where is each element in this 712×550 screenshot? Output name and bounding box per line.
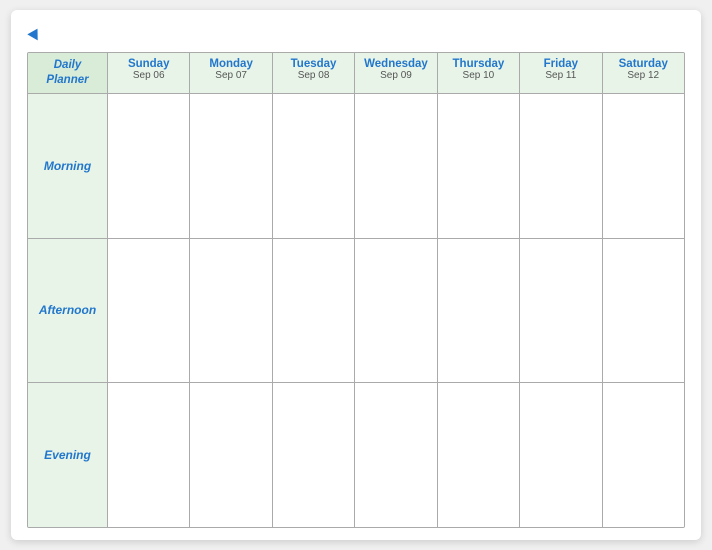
time-label-morning: Morning [28, 94, 108, 238]
col-header-monday: MondaySep 07 [190, 53, 272, 93]
day-cell[interactable] [438, 239, 520, 383]
day-cell[interactable] [108, 239, 190, 383]
col-header-daily-planner-label: DailyPlanner [46, 58, 88, 88]
col-header-day-date: Sep 08 [275, 70, 352, 81]
day-cell[interactable] [273, 383, 355, 527]
logo-area [27, 24, 41, 42]
day-cell[interactable] [190, 383, 272, 527]
day-cell[interactable] [603, 239, 684, 383]
col-header-day-date: Sep 12 [605, 70, 682, 81]
day-cell[interactable] [355, 383, 437, 527]
time-label-evening: Evening [28, 383, 108, 527]
time-row-evening: Evening [28, 383, 684, 527]
day-cell[interactable] [355, 94, 437, 238]
col-header-day-date: Sep 07 [192, 70, 269, 81]
col-header-day-date: Sep 09 [357, 70, 434, 81]
day-cell[interactable] [273, 94, 355, 238]
day-cell[interactable] [603, 383, 684, 527]
col-header-day-date: Sep 10 [440, 70, 517, 81]
day-cell[interactable] [438, 94, 520, 238]
col-header-day-label: Saturday [605, 58, 682, 70]
calendar-table: DailyPlannerSundaySep 06MondaySep 07Tues… [27, 52, 685, 528]
col-header-saturday: SaturdaySep 12 [603, 53, 684, 93]
day-cell[interactable] [520, 383, 602, 527]
col-header-sunday: SundaySep 06 [108, 53, 190, 93]
body-rows: MorningAfternoonEvening [28, 94, 684, 527]
logo [27, 24, 41, 42]
day-cell[interactable] [273, 239, 355, 383]
day-cell[interactable] [520, 94, 602, 238]
time-row-afternoon: Afternoon [28, 239, 684, 384]
day-cell[interactable] [438, 383, 520, 527]
col-header-day-label: Tuesday [275, 58, 352, 70]
col-header-day-label: Monday [192, 58, 269, 70]
day-cell[interactable] [520, 239, 602, 383]
header [27, 24, 685, 42]
time-label-afternoon: Afternoon [28, 239, 108, 383]
col-header-friday: FridaySep 11 [520, 53, 602, 93]
column-headers: DailyPlannerSundaySep 06MondaySep 07Tues… [28, 53, 684, 94]
col-header-day-label: Friday [522, 58, 599, 70]
col-header-thursday: ThursdaySep 10 [438, 53, 520, 93]
col-header-day-label: Wednesday [357, 58, 434, 70]
day-cell[interactable] [603, 94, 684, 238]
day-cell[interactable] [190, 239, 272, 383]
day-cell[interactable] [108, 94, 190, 238]
time-row-morning: Morning [28, 94, 684, 239]
col-header-tuesday: TuesdaySep 08 [273, 53, 355, 93]
col-header-day-label: Sunday [110, 58, 187, 70]
col-header-day-label: Thursday [440, 58, 517, 70]
day-cell[interactable] [355, 239, 437, 383]
col-header-day-date: Sep 06 [110, 70, 187, 81]
day-cell[interactable] [108, 383, 190, 527]
col-header-wednesday: WednesdaySep 09 [355, 53, 437, 93]
page: DailyPlannerSundaySep 06MondaySep 07Tues… [11, 10, 701, 540]
col-header-day-date: Sep 11 [522, 70, 599, 81]
logo-triangle-icon [27, 25, 42, 40]
col-header-daily-planner: DailyPlanner [28, 53, 108, 93]
day-cell[interactable] [190, 94, 272, 238]
